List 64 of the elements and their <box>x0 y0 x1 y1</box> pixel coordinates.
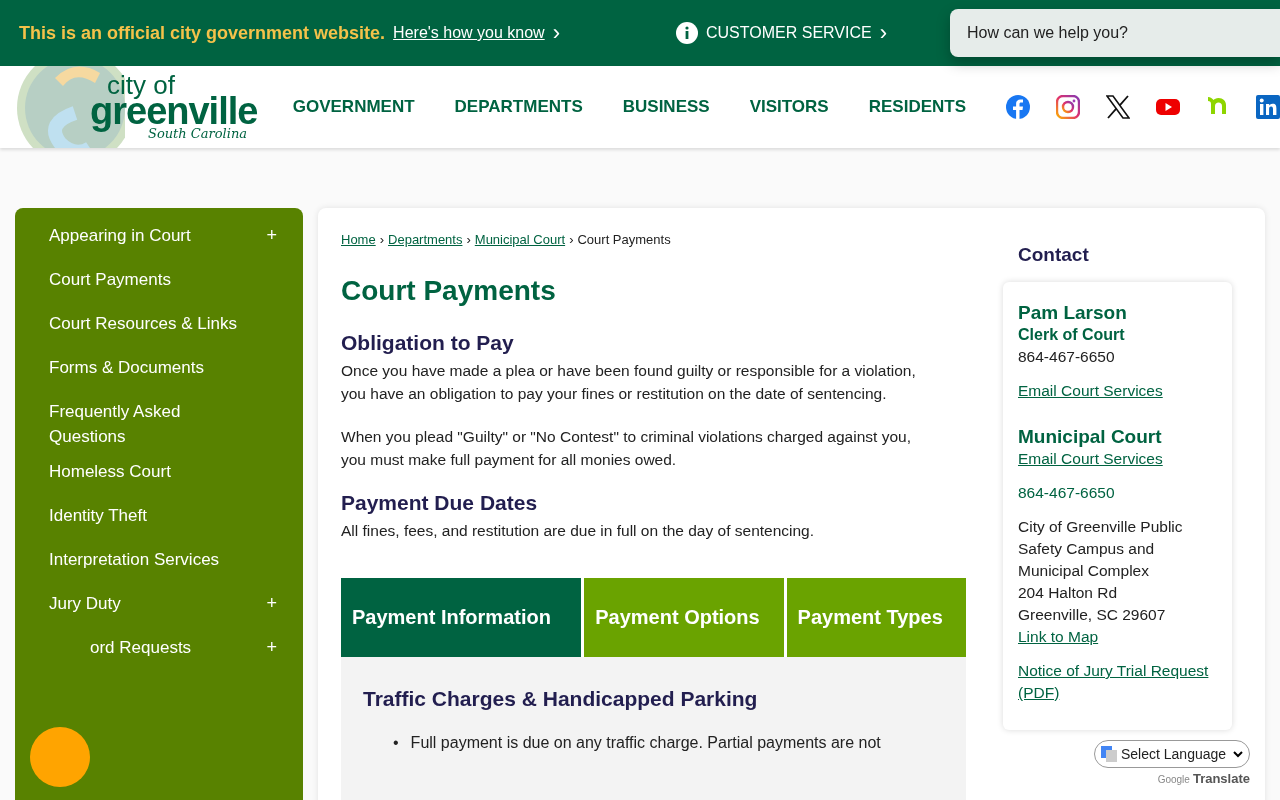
nav-link[interactable]: RESIDENTS <box>868 97 966 117</box>
sidebar-link[interactable]: ord Requests <box>49 635 192 660</box>
sidebar-link[interactable]: Court Payments <box>49 267 171 292</box>
bullet-item: Full payment is due on any traffic charge. Partial payments are not <box>410 733 881 753</box>
chevron-text: › <box>879 22 887 44</box>
breadcrumb-link[interactable]: Home <box>341 232 376 247</box>
sidebar-link[interactable]: Frequently Asked Questions <box>49 399 239 449</box>
address-line: 204 Halton Rd <box>1018 583 1119 603</box>
breadcrumb-current: Court Payments <box>577 232 671 247</box>
address-line: Greenville, SC 29607 <box>1018 605 1167 625</box>
chevron-text: › <box>552 22 560 44</box>
official-site-notice: This is an official city government website. <box>19 22 386 44</box>
contact-role: Clerk of Court <box>1018 325 1126 345</box>
expand-toggle[interactable]: + <box>266 223 277 248</box>
expand-toggle[interactable]: + <box>266 591 277 616</box>
brand-text: Google <box>1157 774 1190 785</box>
panel-heading: Traffic Charges & Handicapped Parking <box>363 687 759 711</box>
paragraph: Once you have made a plea or have been found guilty or responsible for a violation, you have an obligation to pay your fines or restitution on the date of sentencing. <box>341 361 917 404</box>
phone-number[interactable]: 864-467-6650 <box>1018 482 1217 504</box>
linkedin-icon[interactable] <box>1256 95 1280 119</box>
instagram-icon[interactable] <box>1056 95 1080 119</box>
paragraph: All fines, fees, and restitution are due in full on the day of sentencing. <box>341 521 816 541</box>
section-heading: Payment Due Dates <box>341 491 539 515</box>
x-logo-icon[interactable] <box>1106 95 1130 119</box>
nav-link[interactable]: BUSINESS <box>622 97 710 117</box>
contact-name: Pam Larson <box>1018 302 1128 324</box>
breadcrumb-separator: › <box>379 232 385 247</box>
email-link[interactable]: Email Court Services <box>1018 448 1217 470</box>
breadcrumb-separator: › <box>466 232 471 247</box>
sidebar-link[interactable]: Forms & Documents <box>49 355 204 380</box>
nav-link[interactable]: VISITORS <box>749 97 829 117</box>
map-link[interactable]: Link to Map <box>1018 626 1217 648</box>
how-you-know-link[interactable]: Here's how you know <box>393 24 545 42</box>
translate-icon <box>1101 746 1117 762</box>
breadcrumb-link[interactable]: Municipal Court <box>474 232 566 247</box>
notice-pdf-link[interactable]: Notice of Jury Trial Request (PDF) <box>1018 660 1217 704</box>
sidebar-link[interactable]: Jury Duty <box>49 591 121 616</box>
breadcrumb-link[interactable]: Departments <box>388 232 463 247</box>
paragraph: When you plead "Guilty" or "No Contest" to criminal violations charged against you, you must make full payment for all monies owed. <box>341 427 912 470</box>
nav-link[interactable]: GOVERNMENT <box>292 97 415 117</box>
sidebar-link[interactable]: Interpretation Services <box>49 547 220 572</box>
chevron-down-icon <box>1233 750 1243 758</box>
section-heading: Obligation to Pay <box>341 331 515 355</box>
contact-heading: Contact <box>1018 244 1090 266</box>
translate-label: Translate <box>1192 771 1250 786</box>
expand-toggle[interactable]: + <box>266 635 277 660</box>
tab[interactable]: Payment Information <box>341 578 582 657</box>
sidebar-link[interactable]: Court Resources & Links <box>49 311 238 336</box>
bullet-marker: • <box>393 733 399 753</box>
page-title: Court Payments <box>341 275 557 307</box>
office-name: Municipal Court <box>1018 426 1163 448</box>
facebook-icon[interactable] <box>1006 95 1030 119</box>
customer-service-link[interactable]: CUSTOMER SERVICE <box>706 24 872 42</box>
nav-link[interactable]: DEPARTMENTS <box>454 97 583 117</box>
sidebar-link[interactable]: Homeless Court <box>49 459 171 484</box>
search-field[interactable]: How can we help you? <box>950 9 1280 57</box>
sidebar-link[interactable]: Identity Theft <box>49 503 147 528</box>
sidebar-link[interactable]: Appearing in Court <box>49 223 191 248</box>
breadcrumb-separator: › <box>569 232 574 247</box>
email-link[interactable]: Email Court Services <box>1018 380 1217 402</box>
phone-number: 864-467-6650 <box>1018 347 1116 367</box>
address-line: City of Greenville Public Safety Campus and Municipal Complex <box>1018 517 1184 581</box>
language-select[interactable]: Select Language <box>1094 740 1250 768</box>
info-icon <box>676 22 698 44</box>
